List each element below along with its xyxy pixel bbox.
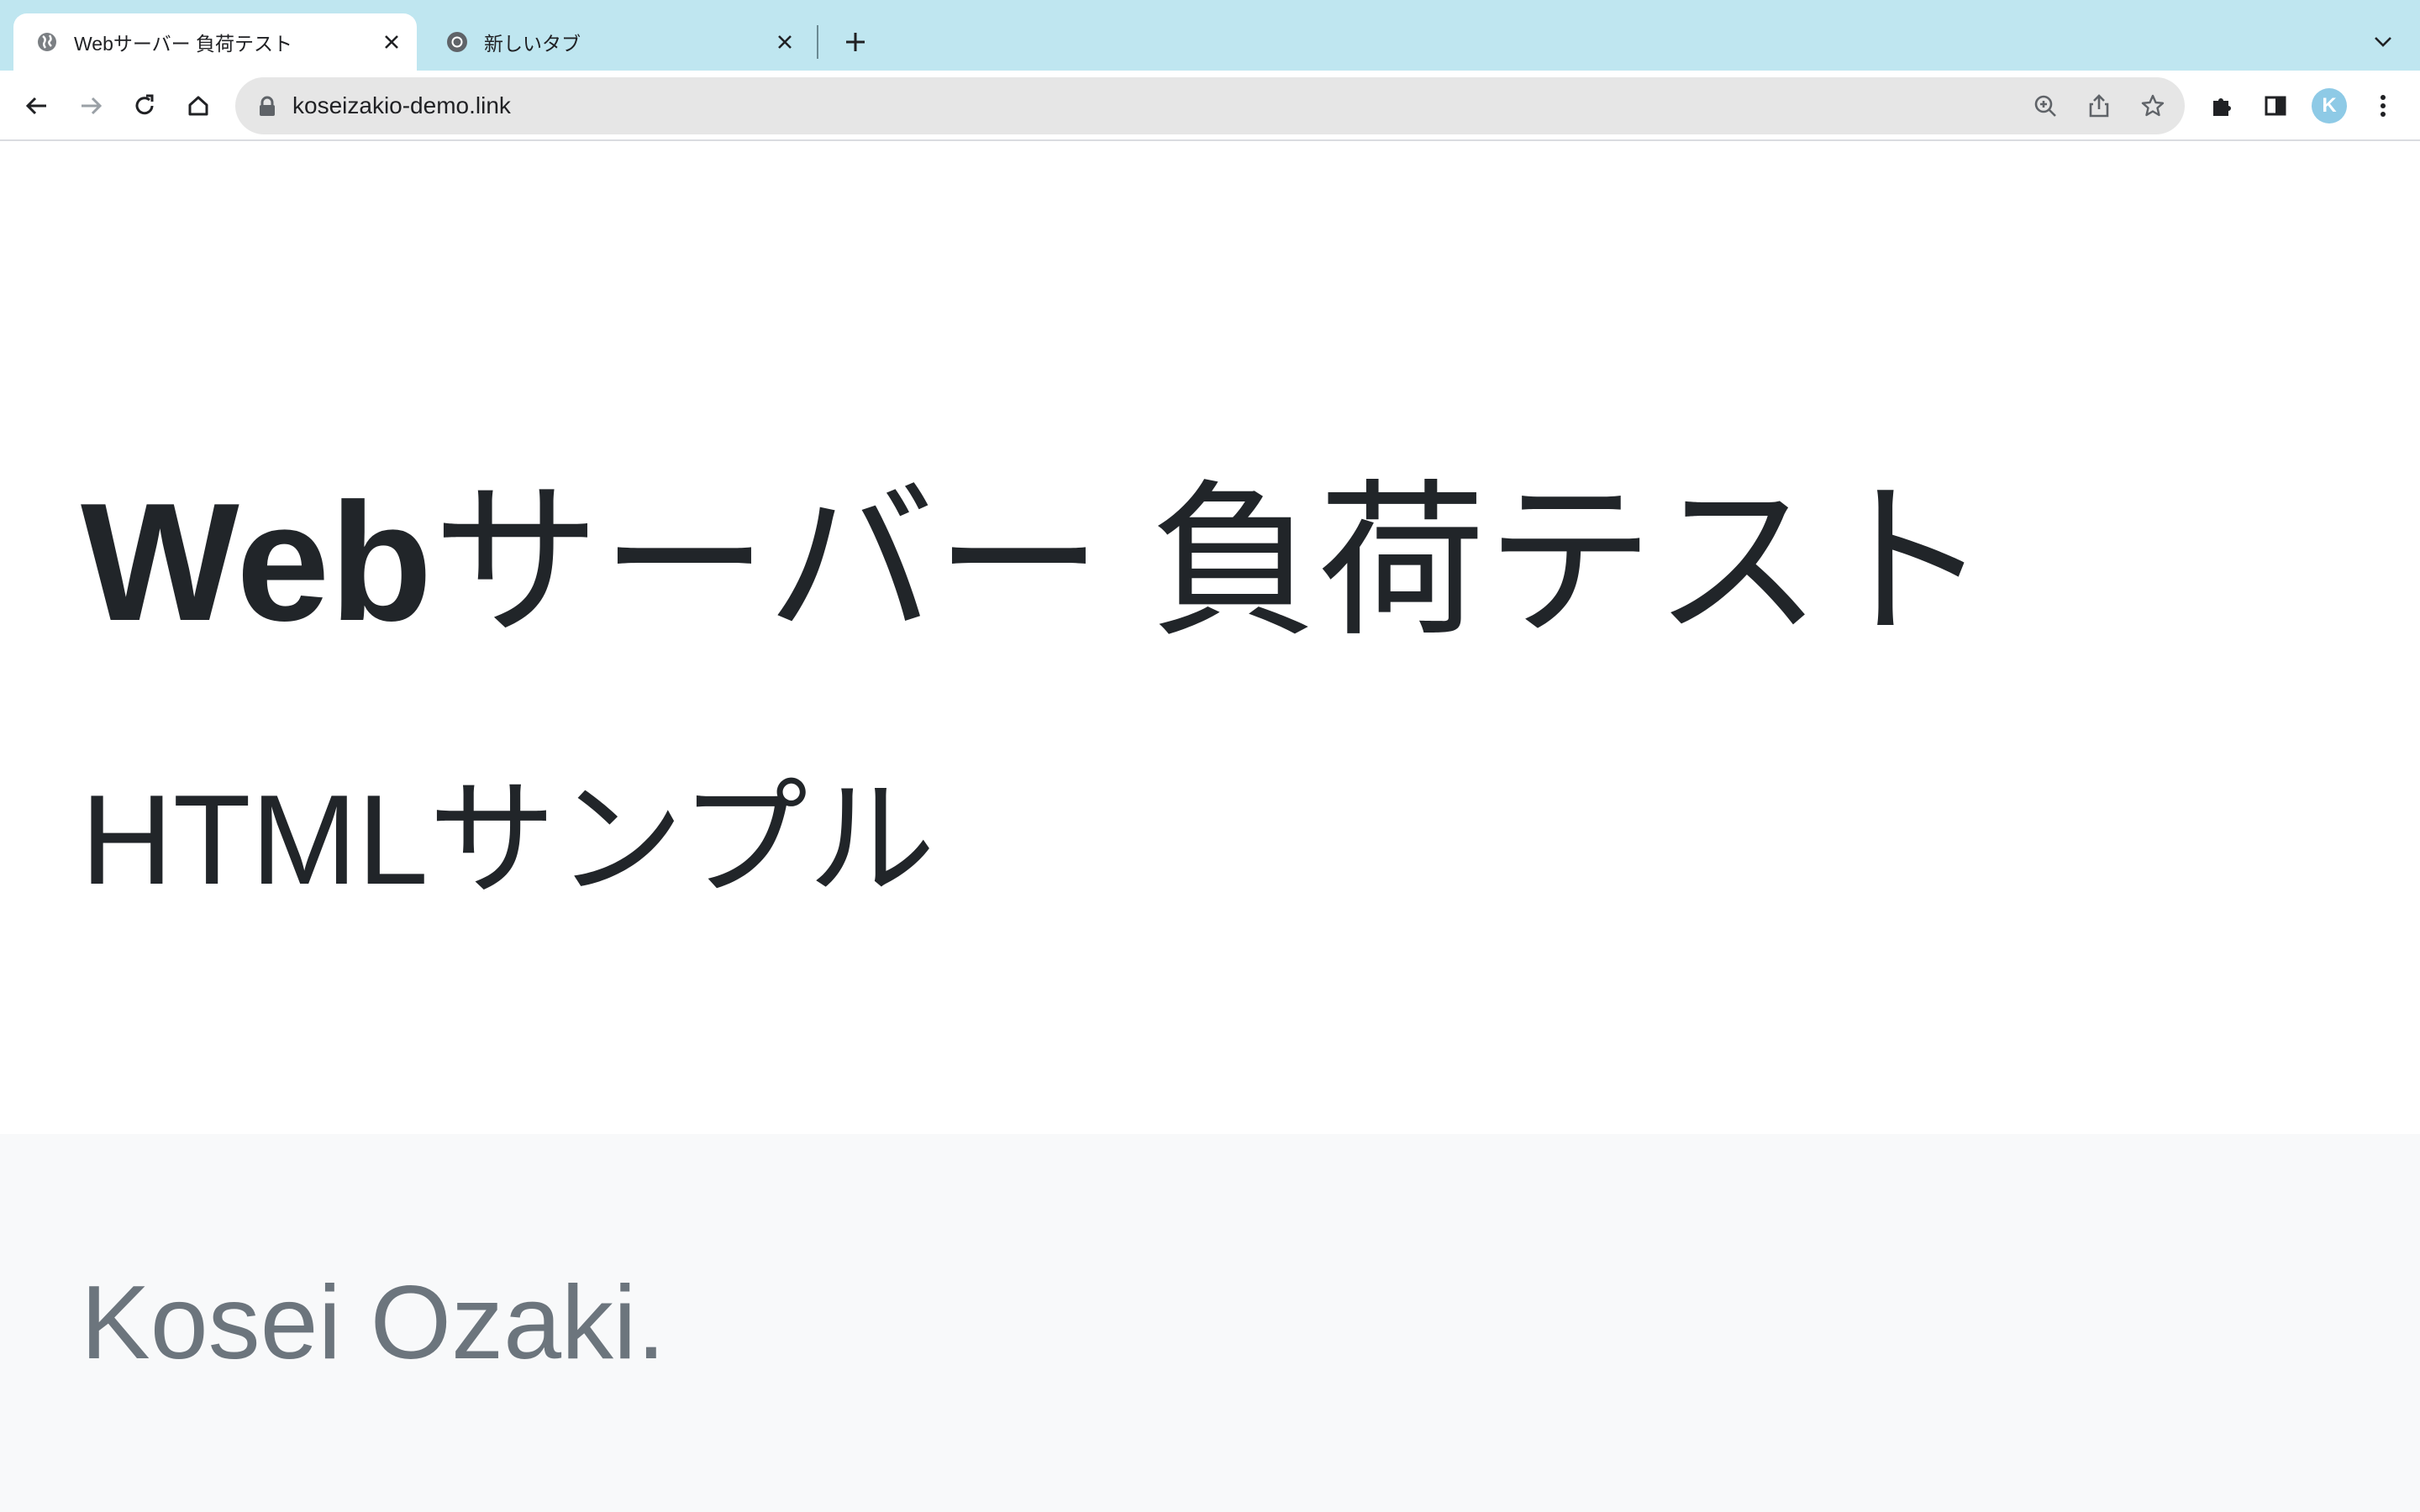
bookmark-star-icon[interactable] — [2133, 86, 2173, 126]
plus-icon[interactable] — [837, 24, 874, 60]
zoom-icon[interactable] — [2025, 86, 2065, 126]
chevron-down-icon[interactable] — [2366, 24, 2400, 60]
home-icon[interactable] — [176, 84, 220, 128]
page-title-rest: サーバー 負荷テスト — [432, 469, 1991, 656]
lock-icon[interactable] — [257, 96, 277, 118]
page-subtitle: HTMLサンプル — [81, 769, 936, 911]
browser-toolbar: koseizakio-demo.link K — [0, 71, 2420, 141]
globe-icon — [35, 30, 59, 54]
side-panel-icon[interactable] — [2254, 84, 2297, 128]
more-menu-icon[interactable] — [2361, 84, 2405, 128]
tab-separator — [817, 25, 818, 59]
tab-active[interactable]: Webサーバー 負荷テスト — [13, 13, 417, 71]
reload-icon[interactable] — [123, 84, 166, 128]
close-tab-icon[interactable] — [768, 25, 802, 59]
share-icon[interactable] — [2079, 86, 2119, 126]
tab-strip: Webサーバー 負荷テスト 新しいタブ — [0, 0, 2420, 71]
profile-avatar[interactable]: K — [2307, 84, 2351, 128]
page-title-bold: Web — [81, 469, 433, 656]
forward-arrow-icon[interactable] — [69, 84, 113, 128]
tab-title: Webサーバー 負荷テスト — [74, 33, 293, 55]
footer-section: Kosei Ozaki. — [0, 1134, 2420, 1512]
footer-author-name: Kosei Ozaki. — [81, 1265, 666, 1381]
url-text[interactable]: koseizakio-demo.link — [292, 77, 511, 134]
tab-new-tab[interactable]: 新しいタブ — [424, 13, 810, 71]
close-tab-icon[interactable] — [375, 25, 408, 59]
back-arrow-icon[interactable] — [15, 84, 59, 128]
hero-section: Webサーバー 負荷テスト HTMLサンプル — [0, 143, 2420, 1134]
avatar: K — [2312, 88, 2347, 123]
extensions-puzzle-icon[interactable] — [2200, 84, 2244, 128]
address-bar[interactable]: koseizakio-demo.link — [235, 77, 2185, 134]
tab-title: 新しいタブ — [484, 33, 581, 55]
chrome-icon — [445, 30, 469, 54]
page-title: Webサーバー 負荷テスト — [81, 462, 1990, 664]
